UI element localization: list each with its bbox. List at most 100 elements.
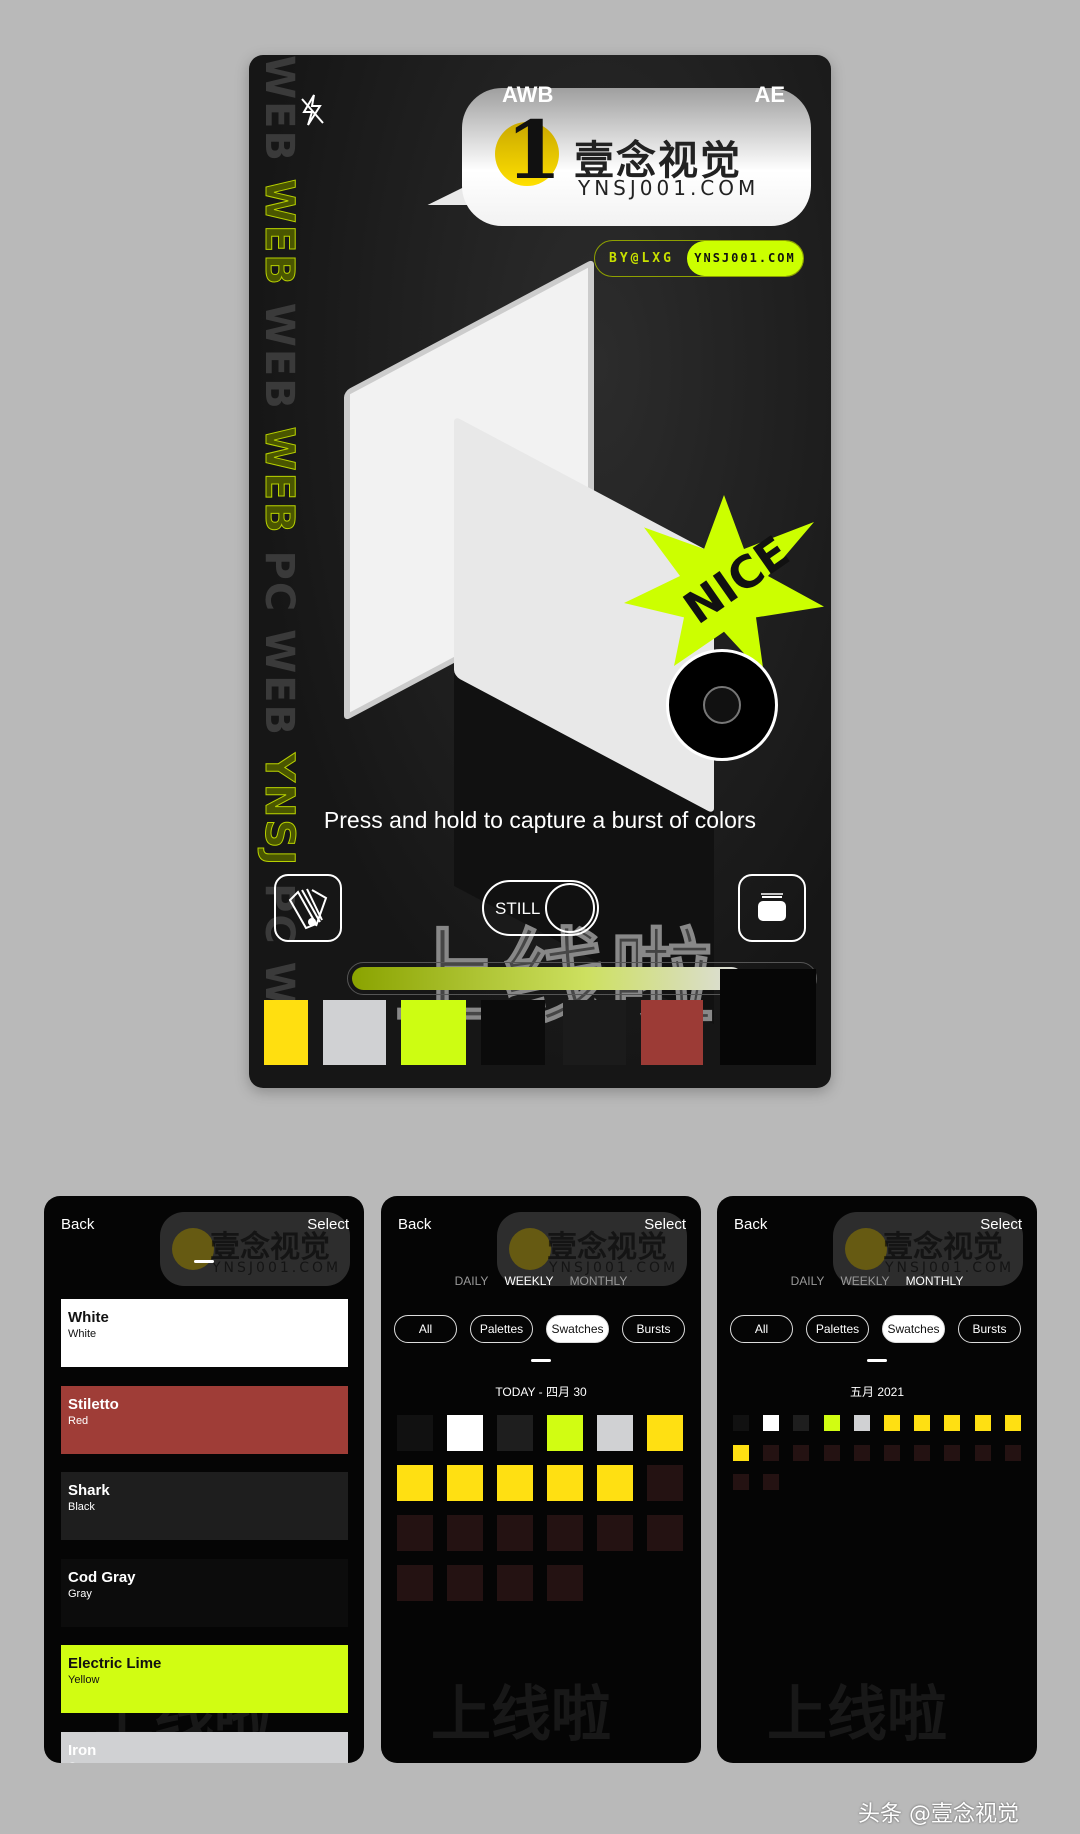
swatch-cell[interactable] <box>547 1465 583 1501</box>
swatch-cell[interactable] <box>853 1444 870 1461</box>
swatch-cell[interactable] <box>884 1444 900 1461</box>
library-button[interactable] <box>738 874 806 942</box>
captured-swatch[interactable] <box>641 1000 703 1065</box>
swatch-cell[interactable] <box>1004 1415 1021 1431</box>
weekly-swatches-screen: 壹念视觉 YNSJ001.COM 上线啦 Back Select DAILY WEE… <box>381 1196 701 1763</box>
color-list-item[interactable]: Shark Black <box>61 1472 348 1540</box>
captured-swatch[interactable] <box>323 1000 386 1065</box>
swatch-cell[interactable] <box>597 1415 633 1451</box>
filter-bursts[interactable]: Bursts <box>622 1315 685 1343</box>
swatch-cell[interactable] <box>497 1515 533 1551</box>
swatch-cell[interactable] <box>497 1465 533 1501</box>
toggle-knob <box>545 883 595 933</box>
swatch-cell[interactable] <box>823 1415 840 1431</box>
drag-handle[interactable] <box>194 1260 214 1263</box>
swatch-cell[interactable] <box>647 1515 683 1551</box>
back-button[interactable]: Back <box>61 1216 94 1233</box>
filter-all[interactable]: All <box>730 1315 793 1343</box>
color-list-item[interactable]: White White <box>61 1299 348 1367</box>
watermark: 头条 @壹念视觉 <box>858 1802 1019 1827</box>
captured-swatch[interactable] <box>720 969 816 1065</box>
filter-all[interactable]: All <box>394 1315 457 1343</box>
swatch-fan-button[interactable] <box>274 874 342 942</box>
swatch-cell[interactable] <box>447 1465 483 1501</box>
brand-url: YNSJ001.COM <box>578 176 760 200</box>
color-name: Shark <box>68 1482 110 1499</box>
credit-author: BY@LXG <box>609 251 674 266</box>
tab-monthly[interactable]: MONTHLY <box>906 1274 964 1288</box>
swatch-cell[interactable] <box>763 1444 780 1461</box>
swatch-cell[interactable] <box>914 1415 931 1431</box>
filter-palettes[interactable]: Palettes <box>470 1315 533 1343</box>
tab-daily[interactable]: DAILY <box>455 1274 489 1288</box>
swatch-cell[interactable] <box>597 1515 633 1551</box>
tab-weekly[interactable]: WEEKLY <box>840 1274 889 1288</box>
swatch-cell[interactable] <box>853 1415 870 1431</box>
swatch-cell[interactable] <box>447 1515 483 1551</box>
color-list-item[interactable]: Cod Gray Gray <box>61 1558 348 1627</box>
shutter-button[interactable] <box>666 649 778 761</box>
swatch-cell[interactable] <box>793 1415 810 1431</box>
color-list-item[interactable]: Stiletto Red <box>61 1385 348 1454</box>
swatch-cell[interactable] <box>397 1465 433 1501</box>
filter-palettes[interactable]: Palettes <box>806 1315 869 1343</box>
swatch-cell[interactable] <box>497 1565 533 1601</box>
back-button[interactable]: Back <box>398 1216 431 1233</box>
swatch-cell[interactable] <box>447 1565 483 1601</box>
swatch-cell[interactable] <box>397 1565 433 1601</box>
captured-swatch[interactable] <box>481 1000 545 1065</box>
monthly-swatches-screen: 壹念视觉 YNSJ001.COM 上线啦 Back Select DAILY WEE… <box>717 1196 1037 1763</box>
color-list-item[interactable]: Iron Gray <box>61 1731 348 1764</box>
swatch-cell[interactable] <box>497 1415 533 1451</box>
captured-swatch[interactable] <box>563 1000 626 1065</box>
color-family: Gray <box>68 1587 92 1600</box>
color-family: Gray <box>68 1761 341 1764</box>
swatch-cell[interactable] <box>944 1444 961 1461</box>
tab-weekly[interactable]: WEEKLY <box>504 1274 553 1288</box>
swatch-cell[interactable] <box>647 1415 683 1451</box>
swatch-cell[interactable] <box>974 1444 991 1461</box>
color-list-item[interactable]: Electric Lime Yellow <box>61 1645 348 1713</box>
swatch-cell[interactable] <box>547 1415 583 1451</box>
swatch-cell[interactable] <box>733 1474 749 1490</box>
swatch-cell[interactable] <box>944 1415 961 1431</box>
captured-swatch[interactable] <box>401 1000 466 1065</box>
swatch-cell[interactable] <box>884 1415 900 1431</box>
swatch-fan-icon <box>288 888 328 930</box>
laptop-artwork <box>304 258 724 1025</box>
filter-swatches[interactable]: Swatches <box>882 1315 945 1343</box>
swatch-cell[interactable] <box>823 1444 840 1461</box>
swatch-cell[interactable] <box>793 1444 810 1461</box>
swatch-cell[interactable] <box>1004 1444 1021 1461</box>
color-family: Red <box>68 1414 89 1427</box>
swatch-cell[interactable] <box>974 1415 991 1431</box>
swatch-cell[interactable] <box>763 1474 780 1490</box>
still-burst-toggle[interactable]: STILL <box>482 880 599 936</box>
select-button[interactable]: Select <box>307 1216 349 1233</box>
swatch-cell[interactable] <box>914 1444 931 1461</box>
swatch-cell[interactable] <box>397 1415 433 1451</box>
back-button[interactable]: Back <box>734 1216 767 1233</box>
swatch-cell[interactable] <box>647 1465 683 1501</box>
swatch-cell[interactable] <box>397 1515 433 1551</box>
swatch-cell[interactable] <box>733 1444 749 1461</box>
tab-monthly[interactable]: MONTHLY <box>570 1274 628 1288</box>
swatch-cell[interactable] <box>733 1415 749 1431</box>
swatch-cell[interactable] <box>597 1465 633 1501</box>
colors-list-screen: 壹念视觉 YNSJ001.COM 上线啦 Back Select White Whi… <box>44 1196 364 1763</box>
drag-handle[interactable] <box>867 1359 887 1362</box>
filter-swatches[interactable]: Swatches <box>546 1315 609 1343</box>
select-button[interactable]: Select <box>980 1216 1022 1233</box>
captured-swatch[interactable] <box>264 1000 308 1065</box>
swatch-cell[interactable] <box>547 1515 583 1551</box>
select-button[interactable]: Select <box>644 1216 686 1233</box>
swatch-cell[interactable] <box>547 1565 583 1601</box>
swatch-cell[interactable] <box>447 1415 483 1451</box>
brand-bubble: AWB AE 1 壹念视觉 YNSJ001.COM <box>462 82 811 226</box>
drag-handle[interactable] <box>531 1359 551 1362</box>
flash-off-icon[interactable] <box>299 93 325 127</box>
tab-daily[interactable]: DAILY <box>791 1274 825 1288</box>
swatch-cell[interactable] <box>763 1415 780 1431</box>
filter-bursts[interactable]: Bursts <box>958 1315 1021 1343</box>
ghost-overlay-title: 上线啦 <box>767 1680 947 1750</box>
